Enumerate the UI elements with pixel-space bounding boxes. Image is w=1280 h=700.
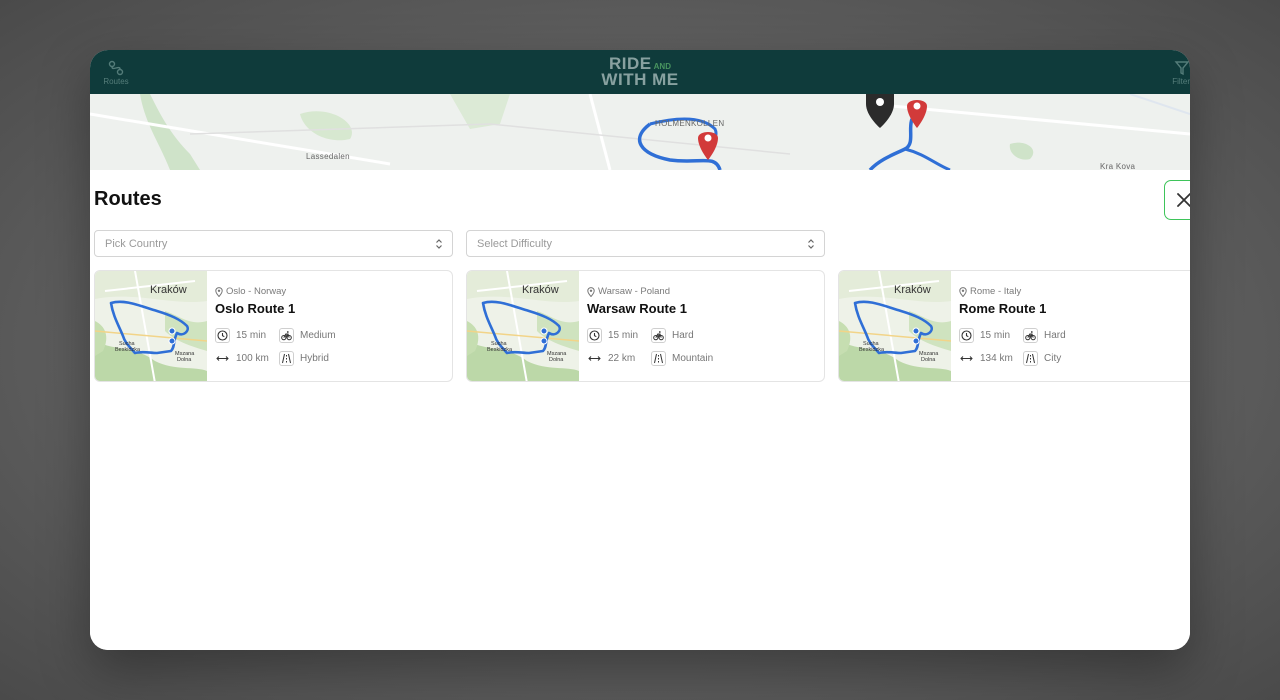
logo-withme-text: WITH ME — [601, 70, 679, 89]
route-map-thumbnail: Kraków Sucha Beskidzka Mszana Dolna — [95, 271, 207, 381]
route-name[interactable]: Oslo Route 1 — [215, 301, 295, 316]
route-map-thumbnail: Kraków Sucha Beskidzka Mszana Dolna — [839, 271, 951, 381]
thumb-town-label: Dolna — [921, 357, 936, 363]
route-difficulty: Hard — [651, 328, 694, 343]
map-graphic — [90, 94, 1190, 170]
thumb-city-label: Kraków — [522, 284, 559, 296]
bicycle-icon — [281, 331, 292, 341]
thumb-city-label: Kraków — [150, 284, 187, 296]
route-distance-text: 100 km — [236, 353, 269, 364]
route-card[interactable]: Kraków Sucha Beskidzka Mszana Dolna Wars… — [466, 270, 825, 382]
location-pin-icon — [959, 286, 967, 297]
route-map-thumbnail: Kraków Sucha Beskidzka Mszana Dolna — [467, 271, 579, 381]
distance-arrows-icon — [588, 356, 601, 361]
route-distance: 134 km — [959, 351, 1013, 366]
close-button[interactable] — [1164, 180, 1190, 220]
thumb-town-label: Dolna — [549, 357, 564, 363]
route-location: Warsaw - Poland — [587, 286, 670, 297]
chevron-updown-icon — [436, 239, 442, 249]
clock-icon — [961, 330, 972, 341]
route-difficulty-text: Hard — [1044, 330, 1066, 341]
road-icon — [282, 353, 291, 364]
nav-filter-label: Filter — [1172, 76, 1190, 86]
map-label: Lassedalen — [306, 152, 350, 161]
route-duration-text: 15 min — [980, 330, 1011, 341]
thumb-town-label: Dolna — [177, 357, 192, 363]
route-bike-type-text: Mountain — [672, 353, 714, 364]
clock-icon — [589, 330, 600, 341]
difficulty-select[interactable]: Select Difficulty — [466, 230, 825, 257]
nav-filter-button[interactable]: Filter — [1168, 54, 1190, 90]
country-select[interactable]: Pick Country — [94, 230, 453, 257]
route-difficulty-text: Hard — [672, 330, 694, 341]
route-duration: 15 min — [215, 328, 266, 343]
chevron-updown-icon — [808, 239, 814, 249]
panel-title: Routes — [94, 188, 162, 210]
bicycle-icon — [653, 331, 664, 341]
nav-routes-label: Routes — [103, 76, 129, 86]
map-label: HOLMENKOLLEN — [655, 119, 725, 128]
app-logo: RIDE AND WITH ME — [601, 55, 679, 89]
route-distance-text: 22 km — [608, 353, 636, 364]
route-card[interactable]: Kraków Sucha Beskidzka Mszana Dolna Oslo… — [94, 270, 453, 382]
route-card[interactable]: Kraków Sucha Beskidzka Mszana Dolna Rome… — [838, 270, 1190, 382]
country-select-placeholder: Pick Country — [105, 237, 168, 250]
thumb-town-label: Beskidzka — [487, 347, 513, 353]
routes-panel: Routes Pick Country Select Difficulty Kr… — [90, 170, 1190, 650]
close-icon — [1177, 193, 1190, 207]
route-duration: 15 min — [959, 328, 1010, 343]
filter-icon — [1174, 60, 1190, 75]
route-difficulty-text: Medium — [300, 330, 336, 341]
thumb-town-label: Beskidzka — [859, 347, 885, 353]
road-icon — [654, 353, 663, 364]
route-bike-type: Mountain — [651, 351, 713, 366]
route-difficulty: Hard — [1023, 328, 1066, 343]
nav-routes-button[interactable]: Routes — [98, 54, 134, 90]
location-pin-icon — [215, 286, 223, 297]
location-pin-icon — [587, 286, 595, 297]
route-duration-text: 15 min — [236, 330, 267, 341]
route-location-text: Oslo - Norway — [226, 286, 287, 297]
distance-arrows-icon — [216, 356, 229, 361]
route-name[interactable]: Warsaw Route 1 — [587, 301, 687, 316]
distance-arrows-icon — [960, 356, 973, 361]
route-duration-text: 15 min — [608, 330, 639, 341]
route-name[interactable]: Rome Route 1 — [959, 301, 1046, 316]
route-icon — [108, 60, 124, 75]
map-label: Kra Kova — [1100, 162, 1136, 170]
thumb-town-label: Beskidzka — [115, 347, 141, 353]
thumb-city-label: Kraków — [894, 284, 931, 296]
route-difficulty: Medium — [279, 328, 336, 343]
route-duration: 15 min — [587, 328, 638, 343]
top-navbar: Routes RIDE AND WITH ME Filter — [90, 50, 1190, 94]
route-location: Rome - Italy — [959, 286, 1021, 297]
route-location-text: Rome - Italy — [970, 286, 1022, 297]
route-location: Oslo - Norway — [215, 286, 286, 297]
route-bike-type-text: City — [1044, 353, 1062, 364]
route-bike-type-text: Hybrid — [300, 353, 329, 364]
bicycle-icon — [1025, 331, 1036, 341]
clock-icon — [217, 330, 228, 341]
app-window: Routes RIDE AND WITH ME Filter HOLMENKOL… — [90, 50, 1190, 650]
route-distance: 100 km — [215, 351, 269, 366]
route-location-text: Warsaw - Poland — [598, 286, 670, 297]
background-map[interactable]: HOLMENKOLLEN Lassedalen Kra Kova — [90, 94, 1190, 170]
route-distance-text: 134 km — [980, 353, 1013, 364]
road-icon — [1026, 353, 1035, 364]
route-distance: 22 km — [587, 351, 635, 366]
route-bike-type: Hybrid — [279, 351, 329, 366]
route-bike-type: City — [1023, 351, 1061, 366]
difficulty-select-placeholder: Select Difficulty — [477, 237, 552, 250]
